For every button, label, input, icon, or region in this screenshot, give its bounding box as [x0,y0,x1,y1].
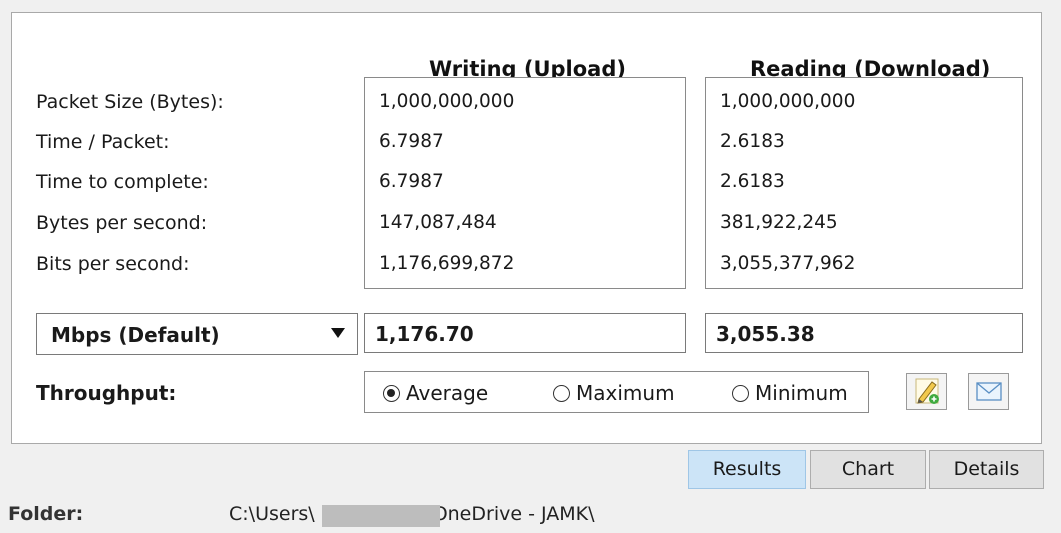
folder-label: Folder: [8,503,84,525]
row-label-time-per-packet: Time / Packet: [36,131,170,153]
upload-result-field: 1,176.70 [364,313,686,353]
radio-maximum-label: Maximum [576,381,675,405]
upload-packet-size: 1,000,000,000 [379,91,515,112]
redaction-block [322,505,440,527]
unit-dropdown[interactable]: Mbps (Default) [36,313,358,355]
download-bits-per-second: 3,055,377,962 [720,253,856,274]
download-values-box: 1,000,000,000 2.6183 2.6183 381,922,245 … [705,77,1023,289]
upload-bits-per-second: 1,176,699,872 [379,253,515,274]
radio-unchecked-icon[interactable] [553,384,570,402]
download-result-value: 3,055.38 [716,322,815,346]
row-label-bits-per-second: Bits per second: [36,253,190,275]
upload-result-value: 1,176.70 [375,322,474,346]
envelope-icon [976,382,1002,401]
email-button[interactable] [968,373,1009,410]
radio-average[interactable]: Average [383,381,488,405]
edit-button[interactable] [906,373,947,410]
row-label-bytes-per-second: Bytes per second: [36,212,208,234]
unit-dropdown-value: Mbps (Default) [51,323,220,347]
row-label-packet-size: Packet Size (Bytes): [36,91,224,113]
tab-details[interactable]: Details [929,450,1044,489]
upload-bytes-per-second: 147,087,484 [379,212,497,233]
row-label-time-to-complete: Time to complete: [36,171,209,193]
radio-checked-icon[interactable] [383,384,400,402]
folder-path-end: OneDrive - JAMK\ [432,503,595,525]
results-panel: Writing (Upload) Reading (Download) Pack… [11,12,1042,444]
upload-time-to-complete: 6.7987 [379,171,444,192]
download-bytes-per-second: 381,922,245 [720,212,838,233]
upload-time-per-packet: 6.7987 [379,131,444,152]
upload-values-box: 1,000,000,000 6.7987 6.7987 147,087,484 … [364,77,686,289]
download-time-per-packet: 2.6183 [720,131,785,152]
throughput-label: Throughput: [36,381,177,405]
radio-maximum[interactable]: Maximum [553,381,675,405]
download-time-to-complete: 2.6183 [720,171,785,192]
tab-chart[interactable]: Chart [810,450,926,489]
radio-minimum-label: Minimum [755,381,848,405]
throughput-radio-group: Average Maximum Minimum [364,371,869,413]
chevron-down-icon [331,328,345,338]
download-packet-size: 1,000,000,000 [720,91,856,112]
radio-average-label: Average [406,381,489,405]
pencil-add-icon [915,378,939,404]
radio-unchecked-icon[interactable] [732,384,749,402]
folder-path-start: C:\Users\ [229,503,315,525]
radio-minimum[interactable]: Minimum [732,381,848,405]
download-result-field: 3,055.38 [705,313,1023,353]
tab-results[interactable]: Results [688,450,806,489]
